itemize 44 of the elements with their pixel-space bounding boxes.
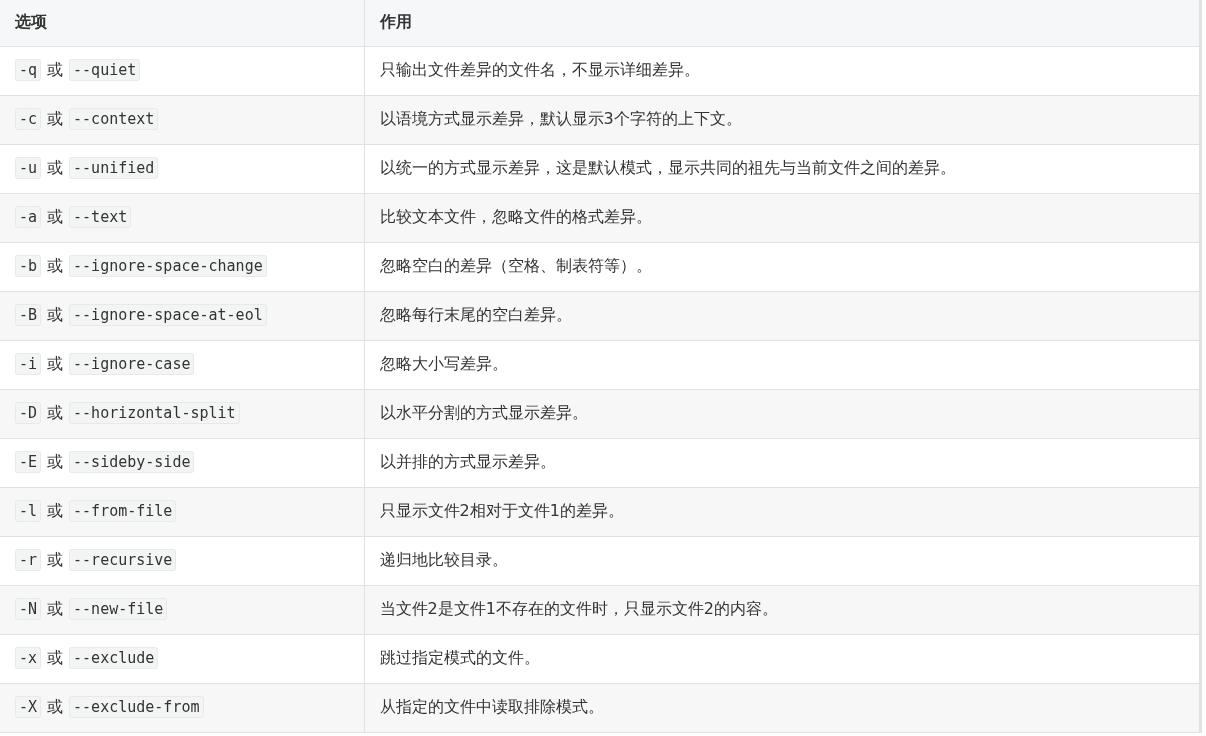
- code-snippet: --ignore-case: [69, 353, 195, 375]
- separator-text: 或: [47, 697, 64, 716]
- code-snippet: -l: [15, 500, 42, 522]
- code-snippet: -c: [15, 108, 42, 130]
- separator-text: 或: [47, 501, 64, 520]
- separator-text: 或: [47, 256, 64, 275]
- code-snippet: --unified: [69, 157, 159, 179]
- code-snippet: --new-file: [69, 598, 168, 620]
- code-snippet: --exclude-from: [69, 696, 204, 718]
- separator-text: 或: [47, 599, 64, 618]
- code-snippet: -q: [15, 59, 42, 81]
- code-snippet: -u: [15, 157, 42, 179]
- code-snippet: --sideby-side: [69, 451, 195, 473]
- code-snippet: -r: [15, 549, 42, 571]
- code-snippet: -x: [15, 647, 42, 669]
- separator-text: 或: [47, 550, 64, 569]
- code-snippet: -b: [15, 255, 42, 277]
- separator-text: 或: [47, 158, 64, 177]
- column-header: 选项: [0, 0, 364, 46]
- separator-text: 或: [47, 305, 64, 324]
- code-snippet: --ignore-space-at-eol: [69, 304, 267, 326]
- code-snippet: -X: [15, 696, 42, 718]
- code-snippet: --quiet: [69, 59, 141, 81]
- code-snippet: -E: [15, 451, 42, 473]
- separator-text: 或: [47, 207, 64, 226]
- separator-text: 或: [47, 354, 64, 373]
- code-snippet: --exclude: [69, 647, 159, 669]
- separator-text: 或: [47, 403, 64, 422]
- separator-text: 或: [47, 648, 64, 667]
- code-snippet: --context: [69, 108, 159, 130]
- code-snippet: -D: [15, 402, 42, 424]
- column-header: 作用: [364, 0, 1201, 46]
- code-snippet: -i: [15, 353, 42, 375]
- code-snippet: --horizontal-split: [69, 402, 240, 424]
- code-snippet: --recursive: [69, 549, 177, 571]
- code-snippet: --from-file: [69, 500, 177, 522]
- separator-text: 或: [47, 109, 64, 128]
- separator-text: 或: [47, 60, 64, 79]
- separator-text: 或: [47, 452, 64, 471]
- code-snippet: --ignore-space-change: [69, 255, 267, 277]
- code-snippet: -B: [15, 304, 42, 326]
- code-snippet: --text: [69, 206, 132, 228]
- code-snippet: -a: [15, 206, 42, 228]
- code-snippet: -N: [15, 598, 42, 620]
